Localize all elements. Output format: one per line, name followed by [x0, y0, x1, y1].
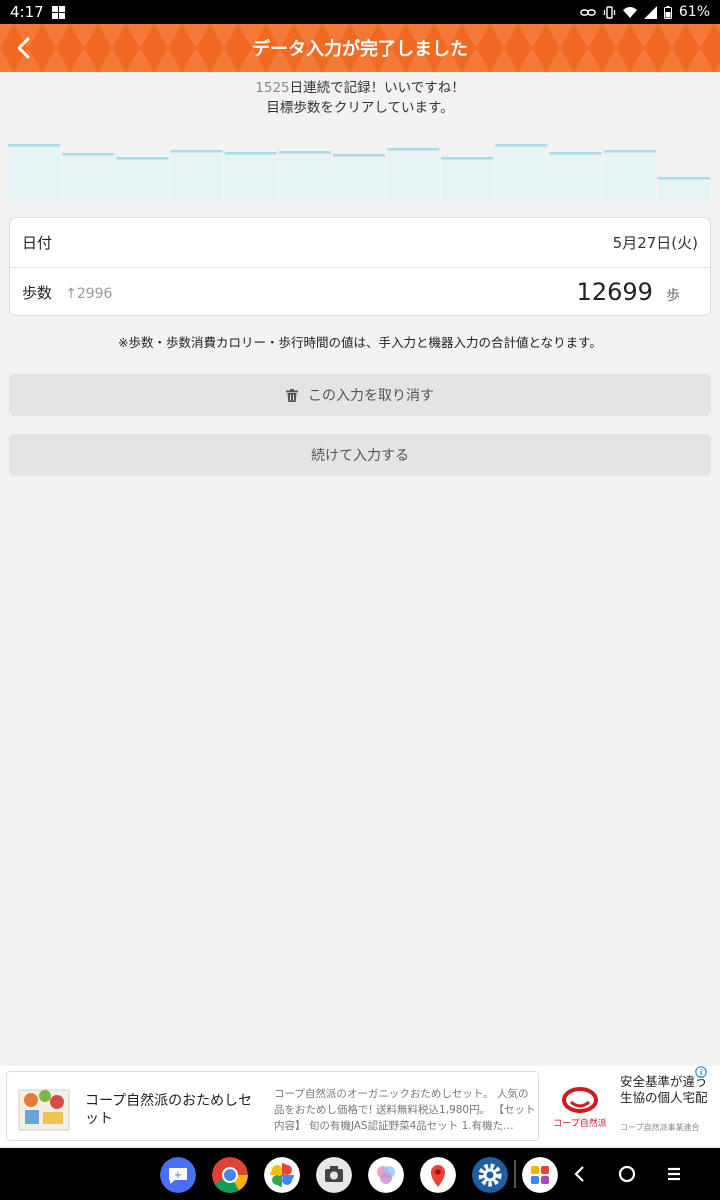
chart-bar-top — [8, 144, 61, 147]
status-bar: 4:17 61% — [0, 0, 720, 24]
chart-bar — [224, 152, 277, 202]
camera-app-icon[interactable] — [316, 1157, 352, 1193]
steps-history-chart — [8, 144, 710, 202]
chart-bar — [170, 150, 223, 202]
back-button[interactable] — [6, 30, 42, 66]
wifi-icon — [622, 6, 637, 18]
ad-brand-title: 安全基準が違う生協の個人宅配 — [620, 1074, 708, 1105]
app-header: データ入力が完了しました — [0, 24, 720, 72]
chart-bar — [332, 154, 386, 202]
chart-bar-top — [224, 152, 277, 155]
chart-bar-top — [441, 157, 494, 160]
chart-bar-top — [387, 148, 440, 151]
maps-app-icon[interactable] — [420, 1157, 456, 1193]
ad-info-icon[interactable] — [695, 1066, 707, 1078]
nav-home-icon[interactable] — [613, 1160, 641, 1188]
chart-bar-top — [62, 153, 115, 156]
chart-bar — [603, 150, 656, 202]
nav-separator — [514, 1160, 516, 1188]
ad-product-image — [18, 1089, 70, 1131]
chart-bar-top — [603, 150, 656, 153]
cancel-entry-label: この入力を取り消す — [308, 388, 434, 404]
total-note: ※歩数・歩数消費カロリー・歩行時間の値は、手入力と機器入力の合計値となります。 — [118, 335, 602, 350]
chart-bar-top — [170, 150, 223, 153]
streak-suffix: 日連続で記録！いいですね！ — [289, 80, 465, 96]
signal-icon — [643, 5, 657, 19]
chrome-app-icon[interactable] — [212, 1157, 248, 1193]
cancel-entry-button[interactable]: この入力を取り消す — [9, 374, 711, 416]
chart-bar — [441, 157, 494, 202]
continue-entry-label: 続けて入力する — [311, 448, 409, 464]
ad-title: コープ自然派のおためしセット — [85, 1093, 253, 1127]
chart-bar-top — [116, 157, 169, 160]
photos-app-icon[interactable] — [264, 1157, 300, 1193]
steps-row: 歩数 ↑2996 12699 歩 — [10, 267, 710, 316]
ad-banner[interactable]: コープ自然派のおためしセット コープ自然派のオーガニックおためしセット。 人気の… — [0, 1066, 720, 1146]
steps-value: 12699 — [576, 278, 653, 306]
chevron-left-icon — [17, 37, 30, 59]
ad-card[interactable]: コープ自然派のおためしセット コープ自然派のオーガニックおためしセット。 人気の… — [6, 1071, 539, 1141]
brand-logo-text: コープ自然派 — [553, 1117, 606, 1129]
settings-app-icon[interactable] — [472, 1157, 508, 1193]
trash-icon — [286, 388, 298, 402]
battery-icon — [663, 5, 672, 19]
chart-bar — [387, 148, 440, 202]
date-label: 日付 — [22, 234, 53, 252]
streak-message: 1525日連続で記録！いいですね！ 目標歩数をクリアしています。 — [0, 78, 720, 118]
date-row: 日付 5月27日(火) — [10, 218, 710, 267]
streak-days: 1525 — [255, 80, 290, 96]
chart-bar — [8, 144, 61, 202]
messages-app-icon[interactable]: + — [160, 1157, 196, 1193]
chart-bar-top — [657, 177, 710, 180]
steps-label: 歩数 — [22, 283, 53, 302]
chart-bar-top — [332, 154, 386, 157]
app-drawer-icon[interactable] — [522, 1157, 558, 1193]
ad-description: コープ自然派のオーガニックおためしセット。 人気の品をおためし価格で! 送料無料… — [274, 1088, 536, 1132]
continue-entry-button[interactable]: 続けて入力する — [9, 434, 711, 476]
record-card: 日付 5月27日(火) 歩数 ↑2996 12699 歩 — [9, 217, 711, 316]
chart-bar — [116, 157, 169, 202]
vibrate-icon — [603, 5, 616, 19]
svg-text:+: + — [174, 1170, 182, 1181]
goal-message: 目標歩数をクリアしています。 — [266, 100, 454, 116]
nav-back-icon[interactable] — [566, 1160, 594, 1188]
ad-brand-sub: コープ自然派事業連合 — [620, 1123, 700, 1132]
chart-bar-top — [495, 144, 548, 147]
chart-bar-top — [278, 151, 331, 154]
chart-bar — [657, 177, 710, 202]
link-icon — [580, 8, 596, 16]
page-title: データ入力が完了しました — [252, 39, 468, 60]
chart-bar-top — [549, 152, 602, 155]
nav-recents-icon[interactable] — [660, 1160, 688, 1188]
chart-bar — [549, 152, 602, 202]
date-value: 5月27日(火) — [612, 234, 698, 252]
system-nav-bar: + — [0, 1148, 720, 1200]
windows-icon — [51, 5, 65, 19]
battery-percent: 61% — [678, 4, 710, 20]
chart-bar — [495, 144, 548, 202]
steps-diff: ↑2996 — [65, 285, 113, 302]
chart-bar — [278, 151, 331, 202]
chart-bar — [62, 153, 115, 202]
brand-logo[interactable]: コープ自然派 — [551, 1084, 609, 1130]
gallery-app-icon[interactable] — [368, 1157, 404, 1193]
steps-unit: 歩 — [666, 288, 680, 304]
status-time: 4:17 — [10, 3, 44, 21]
